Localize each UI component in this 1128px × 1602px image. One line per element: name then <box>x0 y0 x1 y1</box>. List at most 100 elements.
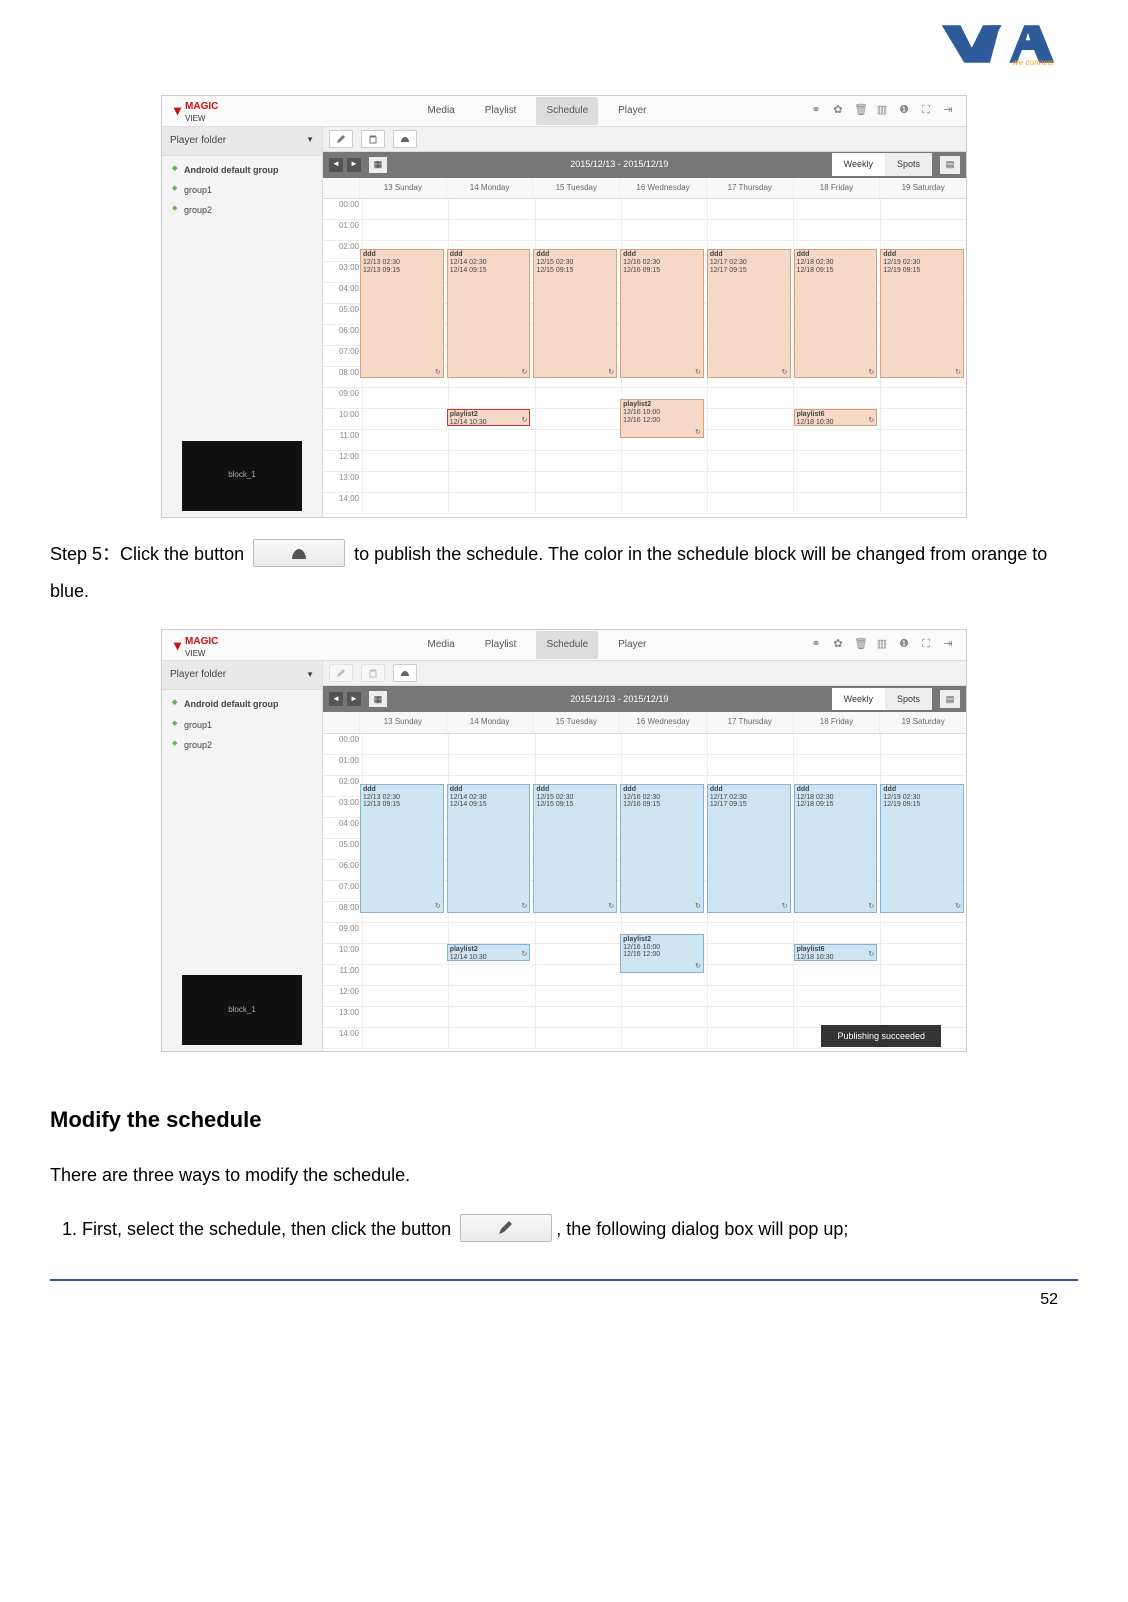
help-icon[interactable]: ❶ <box>898 102 910 120</box>
section-heading: Modify the schedule <box>50 1102 1078 1137</box>
publish-button[interactable] <box>393 130 417 148</box>
date-range: 2015/12/13 - 2015/12/19 <box>407 692 832 706</box>
schedule-block[interactable]: playlist212/14 10:30↻ <box>447 409 531 426</box>
gear-icon[interactable]: ✿ <box>832 636 844 654</box>
tree-group1[interactable]: group1 <box>162 180 322 200</box>
day-header: 15 Tuesday <box>532 712 619 733</box>
nav-playlist[interactable]: Playlist <box>475 631 527 659</box>
tree-android-default[interactable]: Android default group <box>162 160 322 180</box>
modify-item-1: First, select the schedule, then click t… <box>82 1211 1078 1249</box>
page-header-logo: we connect <box>50 20 1078 77</box>
inline-publish-button <box>253 539 345 567</box>
tab-spots[interactable]: Spots <box>885 153 932 175</box>
schedule-block[interactable]: ddd12/16 02:3012/16 09:15↻ <box>620 784 704 913</box>
stats-icon[interactable]: ▥ <box>876 102 888 120</box>
schedule-block[interactable]: playlist612/18 10:30↻ <box>794 944 878 961</box>
gear-icon[interactable]: ✿ <box>832 102 844 120</box>
schedule-block[interactable]: playlist212/14 10:30↻ <box>447 944 531 961</box>
schedule-block[interactable]: ddd12/13 02:3012/13 09:15↻ <box>360 784 444 913</box>
schedule-block[interactable]: ddd12/15 02:3012/15 09:15↻ <box>533 249 617 378</box>
page-footer: 52 <box>50 1279 1078 1313</box>
preview-thumb: block_1 <box>182 441 302 511</box>
fullscreen-icon[interactable]: ⛶ <box>920 636 932 654</box>
nav-playlist[interactable]: Playlist <box>475 97 527 125</box>
schedule-block[interactable]: ddd12/15 02:3012/15 09:15↻ <box>533 784 617 913</box>
nav-media[interactable]: Media <box>418 97 465 125</box>
schedule-block[interactable]: ddd12/13 02:3012/13 09:15↻ <box>360 249 444 378</box>
edit-button[interactable] <box>329 664 353 682</box>
day-header: 14 Monday <box>446 178 533 199</box>
prev-week-icon[interactable]: ◄ <box>329 692 343 706</box>
svg-text:we connect: we connect <box>1013 58 1055 67</box>
tab-spots[interactable]: Spots <box>885 688 932 710</box>
tree-android-default[interactable]: Android default group <box>162 694 322 714</box>
nav-media[interactable]: Media <box>418 631 465 659</box>
grid-toggle-icon[interactable]: ▤ <box>940 690 960 708</box>
trash-icon[interactable]: 🗑 <box>854 102 866 120</box>
edit-button[interactable] <box>329 130 353 148</box>
screenshot-after-publish: ▾ MAGICVIEW Media Playlist Schedule Play… <box>161 629 967 1052</box>
app-brand: ▾ MAGICVIEW <box>162 99 264 122</box>
schedule-block[interactable]: playlist612/18 10:30↻ <box>794 409 878 426</box>
calendar-icon[interactable]: ▦ <box>369 691 387 707</box>
fullscreen-icon[interactable]: ⛶ <box>920 102 932 120</box>
modify-intro: There are three ways to modify the sched… <box>50 1157 1078 1195</box>
screenshot-before-publish: ▾ MAGICVIEW Media Playlist Schedule Play… <box>161 95 967 518</box>
publish-toast: Publishing succeeded <box>821 1025 941 1047</box>
tab-weekly[interactable]: Weekly <box>832 688 885 710</box>
day-header: 14 Monday <box>446 712 533 733</box>
publish-button[interactable] <box>393 664 417 682</box>
link-icon[interactable]: ⚭ <box>810 102 822 120</box>
nav-player[interactable]: Player <box>608 631 656 659</box>
trash-icon[interactable]: 🗑 <box>854 636 866 654</box>
day-header: 15 Tuesday <box>532 178 619 199</box>
side-title: Player folder <box>170 133 226 149</box>
tree-group2[interactable]: group2 <box>162 200 322 220</box>
day-header: 13 Sunday <box>359 178 446 199</box>
schedule-block[interactable]: ddd12/16 02:3012/16 09:15↻ <box>620 249 704 378</box>
logout-icon[interactable]: ⇥ <box>942 636 954 654</box>
logout-icon[interactable]: ⇥ <box>942 102 954 120</box>
tab-weekly[interactable]: Weekly <box>832 153 885 175</box>
side-title: Player folder <box>170 667 226 683</box>
day-header: 16 Wednesday <box>619 178 706 199</box>
day-header: 19 Saturday <box>879 178 966 199</box>
link-icon[interactable]: ⚭ <box>810 636 822 654</box>
day-header: 19 Saturday <box>879 712 966 733</box>
calendar-icon[interactable]: ▦ <box>369 157 387 173</box>
tree-group2[interactable]: group2 <box>162 735 322 755</box>
schedule-block[interactable]: playlist212/16 10:0012/16 12:00↻ <box>620 399 704 438</box>
help-icon[interactable]: ❶ <box>898 636 910 654</box>
schedule-block[interactable]: ddd12/14 02:3012/14 09:15↻ <box>447 784 531 913</box>
day-header: 18 Friday <box>793 178 880 199</box>
schedule-block[interactable]: ddd12/18 02:3012/18 09:15↻ <box>794 249 878 378</box>
schedule-block[interactable]: ddd12/14 02:3012/14 09:15↻ <box>447 249 531 378</box>
next-week-icon[interactable]: ► <box>347 158 361 172</box>
grid-toggle-icon[interactable]: ▤ <box>940 156 960 174</box>
schedule-block[interactable]: playlist212/16 10:0012/16 12:00↻ <box>620 934 704 973</box>
nav-player[interactable]: Player <box>608 97 656 125</box>
day-header: 17 Thursday <box>706 712 793 733</box>
delete-button[interactable] <box>361 664 385 682</box>
nav-schedule[interactable]: Schedule <box>536 631 598 659</box>
schedule-block[interactable]: ddd12/19 02:3012/19 09:15↻ <box>880 784 964 913</box>
prev-week-icon[interactable]: ◄ <box>329 158 343 172</box>
day-header: 17 Thursday <box>706 178 793 199</box>
day-header: 18 Friday <box>793 712 880 733</box>
schedule-block[interactable]: ddd12/17 02:3012/17 09:15↻ <box>707 249 791 378</box>
chevron-down-icon[interactable]: ▼ <box>306 134 314 147</box>
chevron-down-icon[interactable]: ▼ <box>306 669 314 682</box>
app-brand: ▾ MAGICVIEW <box>162 634 264 657</box>
next-week-icon[interactable]: ► <box>347 692 361 706</box>
tree-group1[interactable]: group1 <box>162 715 322 735</box>
stats-icon[interactable]: ▥ <box>876 636 888 654</box>
nav-schedule[interactable]: Schedule <box>536 97 598 125</box>
inline-edit-button <box>460 1214 552 1242</box>
schedule-block[interactable]: ddd12/19 02:3012/19 09:15↻ <box>880 249 964 378</box>
schedule-block[interactable]: ddd12/18 02:3012/18 09:15↻ <box>794 784 878 913</box>
delete-button[interactable] <box>361 130 385 148</box>
day-header: 13 Sunday <box>359 712 446 733</box>
step5-text: Step 5：Click the button to publish the s… <box>50 536 1078 612</box>
schedule-block[interactable]: ddd12/17 02:3012/17 09:15↻ <box>707 784 791 913</box>
date-range: 2015/12/13 - 2015/12/19 <box>407 157 832 171</box>
